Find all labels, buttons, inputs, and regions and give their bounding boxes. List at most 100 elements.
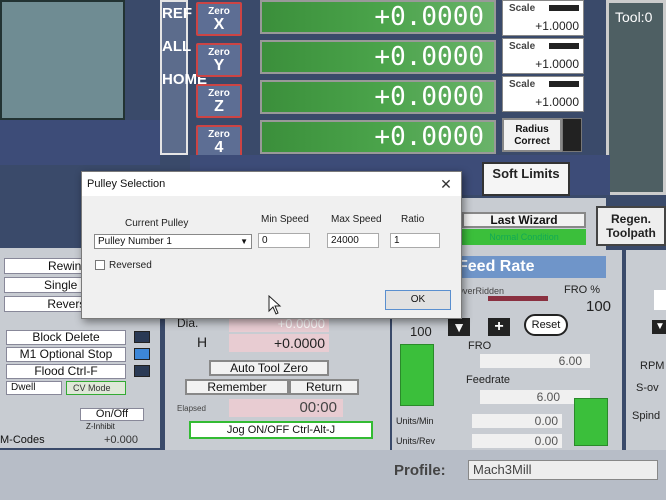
close-icon[interactable]: ✕ bbox=[437, 175, 455, 193]
rpm-label: RPM bbox=[640, 360, 665, 372]
fro-label: FRO bbox=[468, 340, 492, 352]
x-scale[interactable]: Scale +1.0000 bbox=[502, 0, 584, 36]
spindle-down-icon[interactable]: ▼ bbox=[652, 320, 666, 334]
y-scale[interactable]: Scale +1.0000 bbox=[502, 38, 584, 74]
profile-label: Profile: bbox=[394, 462, 446, 479]
flood-button[interactable]: Flood Ctrl-F bbox=[6, 364, 126, 379]
radius-correct-led bbox=[562, 118, 582, 152]
spindle-label: Spind bbox=[632, 410, 661, 422]
fro-reset-button[interactable]: Reset bbox=[524, 314, 568, 336]
auto-tool-zero-button[interactable]: Auto Tool Zero bbox=[209, 360, 329, 376]
tool-display: Tool:0 bbox=[606, 0, 666, 195]
regen-toolpath-button[interactable]: Regen. Toolpath bbox=[596, 206, 666, 246]
toolpath-display bbox=[0, 0, 125, 120]
home-text: HOME bbox=[162, 71, 207, 88]
chevron-down-icon: ▼ bbox=[240, 237, 248, 246]
y-dro[interactable]: +0.0000 bbox=[260, 40, 496, 74]
elapsed-value: 00:00 bbox=[229, 399, 343, 417]
scale-label: Scale bbox=[509, 41, 536, 52]
scale-led bbox=[549, 81, 579, 87]
jog-toggle-button[interactable]: Jog ON/OFF Ctrl-Alt-J bbox=[189, 421, 373, 439]
scale-led bbox=[549, 5, 579, 11]
left-divider-strip bbox=[0, 120, 160, 165]
last-wizard-button[interactable]: Last Wizard bbox=[462, 212, 586, 228]
ratio-input[interactable]: 1 bbox=[390, 233, 440, 248]
flood-led bbox=[134, 365, 150, 377]
z-inhibit-label: Z-Inhibit bbox=[86, 422, 115, 431]
fro-left-value: 100 bbox=[410, 324, 432, 339]
fro-up-icon[interactable]: + bbox=[488, 318, 510, 336]
return-button[interactable]: Return bbox=[289, 379, 359, 395]
units-min-label: Units/Min bbox=[396, 416, 434, 426]
units-rev-value: 0.00 bbox=[472, 434, 562, 448]
reversed-checkbox[interactable] bbox=[95, 260, 105, 270]
zero-x-button[interactable]: Zero X bbox=[196, 2, 242, 36]
remember-button[interactable]: Remember bbox=[185, 379, 289, 395]
scale-value: +1.0000 bbox=[535, 19, 579, 33]
scale-label: Scale bbox=[509, 79, 536, 90]
units-min-value: 0.00 bbox=[472, 414, 562, 428]
m-codes-label: M-Codes bbox=[0, 434, 45, 446]
scale-label: Scale bbox=[509, 3, 536, 14]
units-rev-label: Units/Rev bbox=[396, 436, 436, 446]
z-dro[interactable]: +0.0000 bbox=[260, 80, 496, 114]
current-pulley-select[interactable]: Pulley Number 1 ▼ bbox=[94, 234, 252, 249]
all-text: ALL bbox=[162, 38, 192, 55]
a-dro[interactable]: +0.0000 bbox=[260, 120, 496, 154]
fro-slider[interactable] bbox=[400, 344, 434, 406]
h-label: H bbox=[197, 334, 208, 350]
current-pulley-value: Pulley Number 1 bbox=[98, 236, 172, 247]
max-speed-label: Max Speed bbox=[331, 214, 382, 225]
scale-value: +1.0000 bbox=[535, 95, 579, 109]
m1-optional-stop-button[interactable]: M1 Optional Stop bbox=[6, 347, 126, 362]
feed-rate-title: Feed Rate bbox=[456, 256, 606, 278]
axis-letter: X bbox=[213, 16, 225, 33]
x-dro[interactable]: +0.0000 bbox=[260, 0, 496, 34]
radius-correct-button[interactable]: Radius Correct bbox=[502, 118, 562, 152]
h-value[interactable]: +0.0000 bbox=[229, 334, 329, 352]
soft-limits-button[interactable]: Soft Limits bbox=[482, 162, 570, 196]
mouse-cursor-icon bbox=[268, 295, 282, 315]
dialog-title: Pulley Selection bbox=[82, 172, 461, 196]
axis-letter: 4 bbox=[214, 139, 224, 156]
spindle-led bbox=[654, 290, 666, 310]
feedrate-label: Feedrate bbox=[466, 374, 511, 386]
reversed-label: Reversed bbox=[109, 260, 152, 271]
axis-letter: Z bbox=[214, 98, 224, 115]
tool-info-panel: Dia. +0.0000 H +0.0000 Auto Tool Zero Re… bbox=[165, 300, 390, 450]
overridden-label: OverRidden bbox=[456, 286, 505, 296]
min-speed-label: Min Speed bbox=[261, 214, 309, 225]
z-inhibit-value[interactable]: +0.000 bbox=[104, 434, 138, 446]
s-ov-label: S-ov bbox=[636, 382, 659, 394]
block-delete-led bbox=[134, 331, 150, 343]
fro-percent-label: FRO % bbox=[564, 284, 601, 296]
ratio-label: Ratio bbox=[401, 214, 425, 225]
zero-z-button[interactable]: Zero Z bbox=[196, 84, 242, 118]
m1-optional-stop-led bbox=[134, 348, 150, 360]
fro-value[interactable]: 6.00 bbox=[480, 354, 590, 368]
fro-down-icon[interactable]: ▼ bbox=[448, 318, 470, 336]
scale-value: +1.0000 bbox=[535, 57, 579, 71]
ok-button[interactable]: OK bbox=[385, 290, 451, 310]
max-speed-input[interactable]: 24000 bbox=[327, 233, 379, 248]
spindle-panel: ▼ RPM S-ov Spind bbox=[626, 250, 666, 450]
z-scale[interactable]: Scale +1.0000 bbox=[502, 76, 584, 112]
normal-condition-status: Normal Condition bbox=[462, 229, 586, 245]
current-pulley-label: Current Pulley bbox=[125, 218, 189, 229]
block-delete-button[interactable]: Block Delete bbox=[6, 330, 126, 345]
cv-mode-indicator: CV Mode bbox=[66, 381, 126, 395]
zero-4-button[interactable]: Zero 4 bbox=[196, 125, 242, 159]
ref-all-home-button[interactable]: REF ALL HOME bbox=[160, 0, 207, 155]
feed-slider[interactable] bbox=[574, 398, 608, 446]
elapsed-label: Elapsed bbox=[177, 404, 206, 413]
dwell-indicator: Dwell bbox=[6, 381, 62, 395]
overridden-led bbox=[488, 296, 548, 301]
fro-percent-value: 100 bbox=[586, 298, 612, 315]
min-speed-input[interactable]: 0 bbox=[258, 233, 310, 248]
profile-value: Mach3Mill bbox=[468, 460, 658, 480]
tool-label: Tool:0 bbox=[615, 9, 653, 25]
z-inhibit-onoff-button[interactable]: On/Off bbox=[80, 408, 144, 421]
scale-led bbox=[549, 43, 579, 49]
zero-y-button[interactable]: Zero Y bbox=[196, 43, 242, 77]
axis-letter: Y bbox=[213, 57, 225, 74]
